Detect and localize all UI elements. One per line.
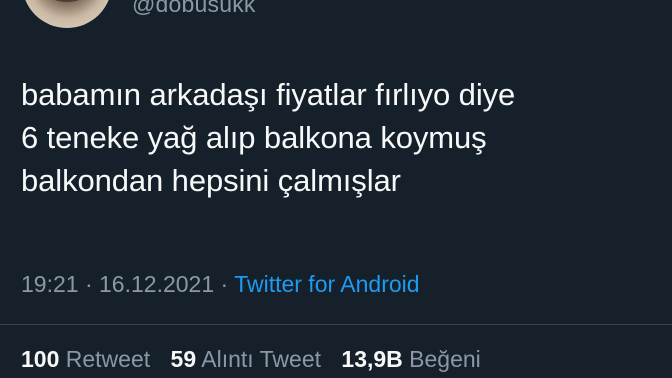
tweet-text-line: babamın arkadaşı fiyatlar fırlıyo diye — [21, 77, 516, 112]
retweets-stat[interactable]: 100 Retweet — [21, 346, 157, 372]
avatar[interactable] — [22, 0, 112, 28]
likes-label: Beğeni — [409, 346, 481, 372]
tweet-stats: 100 Retweet 59 Alıntı Tweet 13,9B Beğeni — [21, 346, 495, 373]
meta-separator: · — [84, 271, 93, 297]
tweet-date[interactable]: 16.12.2021 — [99, 271, 214, 297]
retweets-label: Retweet — [65, 346, 151, 372]
tweet-source-link[interactable]: Twitter for Android — [234, 271, 419, 297]
tweet-metadata: 19:21 · 16.12.2021 · Twitter for Android — [21, 271, 420, 298]
meta-separator: · — [220, 271, 229, 297]
tweet-time[interactable]: 19:21 — [21, 271, 79, 297]
divider — [0, 324, 672, 325]
quotes-count: 59 — [170, 346, 197, 372]
tweet-text-line: balkondan hepsini çalmışlar — [21, 163, 401, 198]
avatar-image-detail — [46, 0, 88, 2]
tweet-text-line: 6 teneke yağ alıp balkona koymuş — [21, 120, 487, 155]
retweets-count: 100 — [21, 346, 60, 372]
quotes-label: Alıntı Tweet — [201, 346, 322, 372]
tweet-text: babamın arkadaşı fiyatlar fırlıyo diye 6… — [21, 73, 661, 202]
likes-count: 13,9B — [341, 346, 403, 372]
quotes-stat[interactable]: 59 Alıntı Tweet — [171, 346, 328, 372]
likes-stat[interactable]: 13,9B Beğeni — [341, 346, 480, 372]
author-handle[interactable]: @dobusukk — [132, 0, 256, 18]
